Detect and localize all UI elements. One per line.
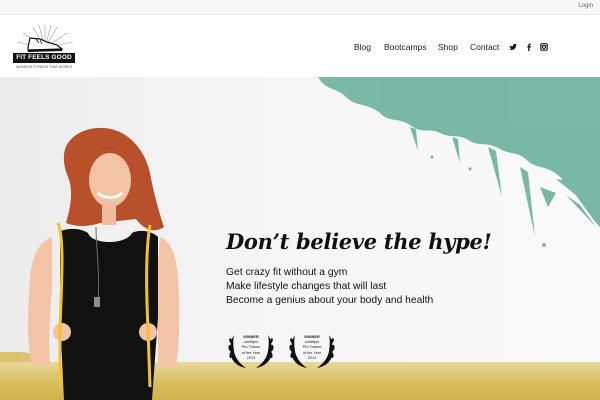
benefit-item: Make lifestyle changes that will last bbox=[226, 281, 387, 292]
award-year: 2014 bbox=[307, 355, 317, 360]
award-badge-2014: WINNER canfitpro Pro Trainer of the Year… bbox=[287, 331, 337, 371]
nav-item-bootcamps[interactable]: Bootcamps bbox=[384, 41, 427, 53]
login-link[interactable]: Login bbox=[578, 3, 593, 9]
nav-item-shop[interactable]: Shop bbox=[438, 41, 458, 53]
trainer-photo bbox=[28, 127, 180, 400]
logo-wordmark: FIT FEELS GOOD bbox=[13, 53, 75, 63]
top-bar: Login bbox=[0, 0, 600, 15]
site-header: FIT FEELS GOOD WOMENS FITNESS THAT WORKS… bbox=[0, 15, 600, 77]
benefit-item: Get crazy fit without a gym bbox=[226, 267, 348, 278]
nav-item-blog[interactable]: Blog bbox=[354, 41, 371, 53]
site-logo[interactable]: FIT FEELS GOOD WOMENS FITNESS THAT WORKS bbox=[11, 24, 79, 72]
facebook-icon[interactable] bbox=[525, 42, 533, 52]
twitter-icon[interactable] bbox=[509, 42, 517, 52]
instagram-icon[interactable] bbox=[540, 42, 548, 52]
nav-item-contact[interactable]: Contact bbox=[470, 41, 499, 53]
hero-benefits: Get crazy fit without a gym Make lifesty… bbox=[226, 266, 433, 308]
hero-banner: Don’t believe the hype! Get crazy fit wi… bbox=[0, 77, 600, 400]
award-year: 2013 bbox=[246, 355, 256, 360]
award-text: WINNER canfitpro Pro Trainer of the Year… bbox=[234, 335, 268, 361]
award-text: WINNER canfitpro Pro Trainer of the Year… bbox=[295, 335, 329, 361]
award-badge-2013: WINNER canfitpro Pro Trainer of the Year… bbox=[226, 331, 276, 371]
logo-tagline: WOMENS FITNESS THAT WORKS bbox=[16, 65, 72, 69]
benefit-item: Become a genius about your body and heal… bbox=[226, 295, 434, 306]
hero-headline: Don’t believe the hype! bbox=[226, 229, 492, 254]
